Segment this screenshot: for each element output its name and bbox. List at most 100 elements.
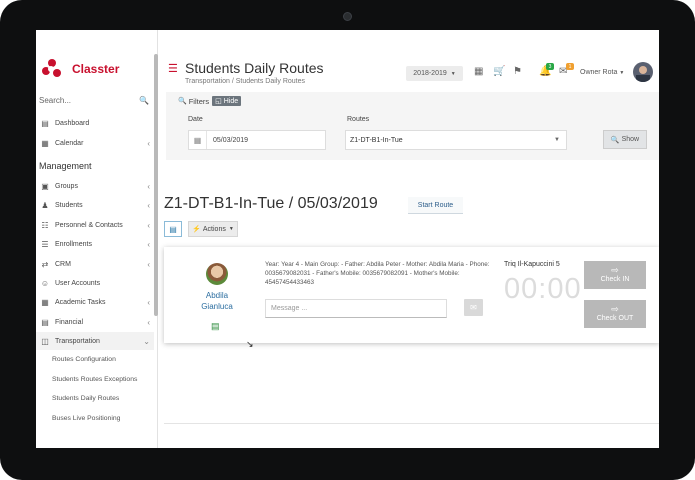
- sidebar-item-label: Transportation: [55, 337, 100, 345]
- sidebar-item-transportation[interactable]: ◫ Transportation ⌄: [39, 333, 154, 349]
- chevron-left-icon: ‹: [147, 297, 150, 307]
- map-icon[interactable]: ▤: [211, 321, 220, 332]
- app-name: Classter: [72, 62, 120, 76]
- chevron-down-icon: ⌄: [143, 336, 150, 346]
- sidebar-item-crm[interactable]: ⇄ CRM ‹: [39, 256, 154, 272]
- check-out-button[interactable]: ⇨ Check OUT: [584, 300, 646, 328]
- date-field[interactable]: ▦ 05/03/2019: [188, 130, 326, 150]
- show-button[interactable]: 🔍 Show: [603, 130, 647, 149]
- sidebar-subitem-routes-exceptions[interactable]: Students Routes Exceptions: [52, 376, 137, 383]
- sidebar-search-input[interactable]: Search... 🔍: [39, 96, 149, 105]
- financial-icon: ▤: [41, 317, 49, 327]
- breadcrumb-item-transportation[interactable]: Transportation: [185, 78, 230, 85]
- start-route-button[interactable]: Start Route: [408, 197, 463, 214]
- caret-down-icon: ▼: [619, 70, 625, 76]
- student-card: Abdila Gianluca ▤ Year: Year 4 - Main Gr…: [164, 247, 659, 343]
- mouse-cursor: ↘: [246, 339, 254, 349]
- sidebar-item-user-accounts[interactable]: ☺ User Accounts: [39, 275, 154, 291]
- date-label: Date: [188, 116, 203, 123]
- show-label: Show: [621, 136, 640, 143]
- sidebar-item-label: Personnel & Contacts: [55, 221, 123, 229]
- check-in-button[interactable]: ⇨ Check IN: [584, 261, 646, 289]
- academic-year-select[interactable]: 2018-2019 ▼: [406, 66, 463, 81]
- route-value: Z1-DT-B1-In-Tue: [350, 136, 403, 144]
- calendar-icon: ▦: [41, 138, 49, 148]
- student-name-last: Gianluca: [201, 302, 233, 311]
- academic-year-value: 2018-2019: [413, 70, 447, 77]
- send-message-button[interactable]: ✉: [464, 299, 483, 316]
- user-accounts-icon: ☺: [40, 278, 50, 288]
- search-placeholder: Search...: [39, 96, 72, 105]
- sidebar-item-label: Groups: [55, 182, 78, 190]
- check-in-label: Check IN: [600, 276, 630, 283]
- sidebar-item-academic-tasks[interactable]: ▦ Academic Tasks ‹: [39, 294, 154, 310]
- flag-icon[interactable]: ⚑: [513, 66, 522, 77]
- monitor-icon: ▤: [41, 118, 49, 128]
- map-icon: ▤: [169, 224, 177, 234]
- check-out-label: Check OUT: [596, 315, 634, 322]
- student-name-first: Abdila: [205, 291, 229, 300]
- sidebar-item-label: Financial: [55, 318, 84, 326]
- student-info: Year: Year 4 - Main Group: - Father: Abd…: [265, 261, 490, 287]
- building-icon[interactable]: ▦: [474, 66, 483, 77]
- breadcrumb: Transportation / Students Daily Routes: [185, 78, 305, 85]
- filters-toggle[interactable]: 🔍 Filters ◱ Hide: [178, 96, 242, 106]
- sidebar-subitem-buses-live[interactable]: Buses Live Positioning: [52, 415, 120, 422]
- sidebar-item-financial[interactable]: ▤ Financial ‹: [39, 314, 154, 330]
- search-icon: 🔍: [139, 96, 149, 105]
- message-input[interactable]: Message ...: [265, 299, 447, 318]
- top-header: ☰ Students Daily Routes Transportation /…: [158, 30, 659, 92]
- sidebar-item-dashboard[interactable]: ▤ Dashboard: [39, 115, 154, 131]
- chevron-left-icon: ‹: [147, 239, 150, 249]
- user-menu[interactable]: Owner Rota ▼: [580, 69, 624, 76]
- user-avatar[interactable]: [633, 62, 653, 82]
- sidebar-subitem-daily-routes[interactable]: Students Daily Routes: [52, 395, 119, 402]
- sidebar-subitem-routes-configuration[interactable]: Routes Configuration: [52, 356, 116, 363]
- chevron-left-icon: ‹: [147, 220, 150, 230]
- collapse-icon: ◱: [215, 98, 222, 105]
- sidebar: Classter Search... 🔍 ▤ Dashboard ▦ Calen…: [36, 30, 158, 448]
- search-icon: 🔍: [178, 98, 187, 105]
- student-name-link[interactable]: Abdila Gianluca: [184, 290, 250, 312]
- calendar-icon: ▦: [189, 131, 207, 149]
- filters-panel: 🔍 Filters ◱ Hide Date ▦ 05/03/2019 Route…: [166, 92, 659, 160]
- search-icon: 🔍: [610, 136, 620, 144]
- tablet-frame: Classter Search... 🔍 ▤ Dashboard ▦ Calen…: [0, 0, 695, 480]
- hide-filters-button[interactable]: ◱ Hide: [212, 96, 242, 106]
- caret-down-icon: ▼: [450, 70, 456, 77]
- sidebar-item-label: Calendar: [55, 139, 84, 147]
- hamburger-menu-icon[interactable]: ☰: [168, 62, 178, 75]
- student-avatar: [206, 263, 228, 285]
- sign-in-icon: ⇨: [611, 265, 619, 275]
- routes-select[interactable]: Z1-DT-B1-In-Tue ▼: [345, 130, 567, 150]
- chevron-left-icon: ‹: [147, 138, 150, 148]
- groups-icon: ▣: [41, 181, 49, 191]
- actions-dropdown[interactable]: ⚡ Actions ▼: [188, 221, 238, 237]
- user-name: Owner Rota: [580, 69, 618, 76]
- chevron-left-icon: ‹: [147, 200, 150, 210]
- notification-badge: 3: [546, 63, 554, 70]
- sidebar-item-students[interactable]: ♟ Students ‹: [39, 197, 154, 213]
- sidebar-item-groups[interactable]: ▣ Groups ‹: [39, 178, 154, 194]
- sidebar-item-calendar[interactable]: ▦ Calendar ‹: [39, 135, 154, 151]
- cart-icon[interactable]: 🛒: [493, 66, 505, 77]
- sidebar-item-label: Students: [55, 201, 83, 209]
- classter-logo-icon: [42, 58, 62, 80]
- sidebar-item-personnel[interactable]: ☷ Personnel & Contacts ‹: [39, 217, 154, 233]
- sidebar-item-enrollments[interactable]: ☰ Enrollments ‹: [39, 236, 154, 252]
- student-icon: ♟: [41, 200, 49, 210]
- actions-label: Actions: [202, 225, 226, 233]
- app-logo[interactable]: Classter: [42, 58, 119, 80]
- filters-label: Filters: [188, 96, 210, 106]
- routes-label: Routes: [347, 116, 370, 123]
- camera: [343, 12, 352, 21]
- shuffle-icon: ⇄: [41, 259, 49, 269]
- bus-icon: ◫: [41, 336, 49, 346]
- chevron-left-icon: ‹: [147, 317, 150, 327]
- bolt-icon: ⚡: [192, 226, 201, 233]
- sidebar-scrollbar[interactable]: [154, 54, 158, 316]
- hide-filters-label: Hide: [223, 98, 239, 105]
- enrollments-icon: ☰: [41, 239, 49, 249]
- timer: 00:00: [504, 273, 582, 305]
- map-view-button[interactable]: ▤: [164, 221, 182, 237]
